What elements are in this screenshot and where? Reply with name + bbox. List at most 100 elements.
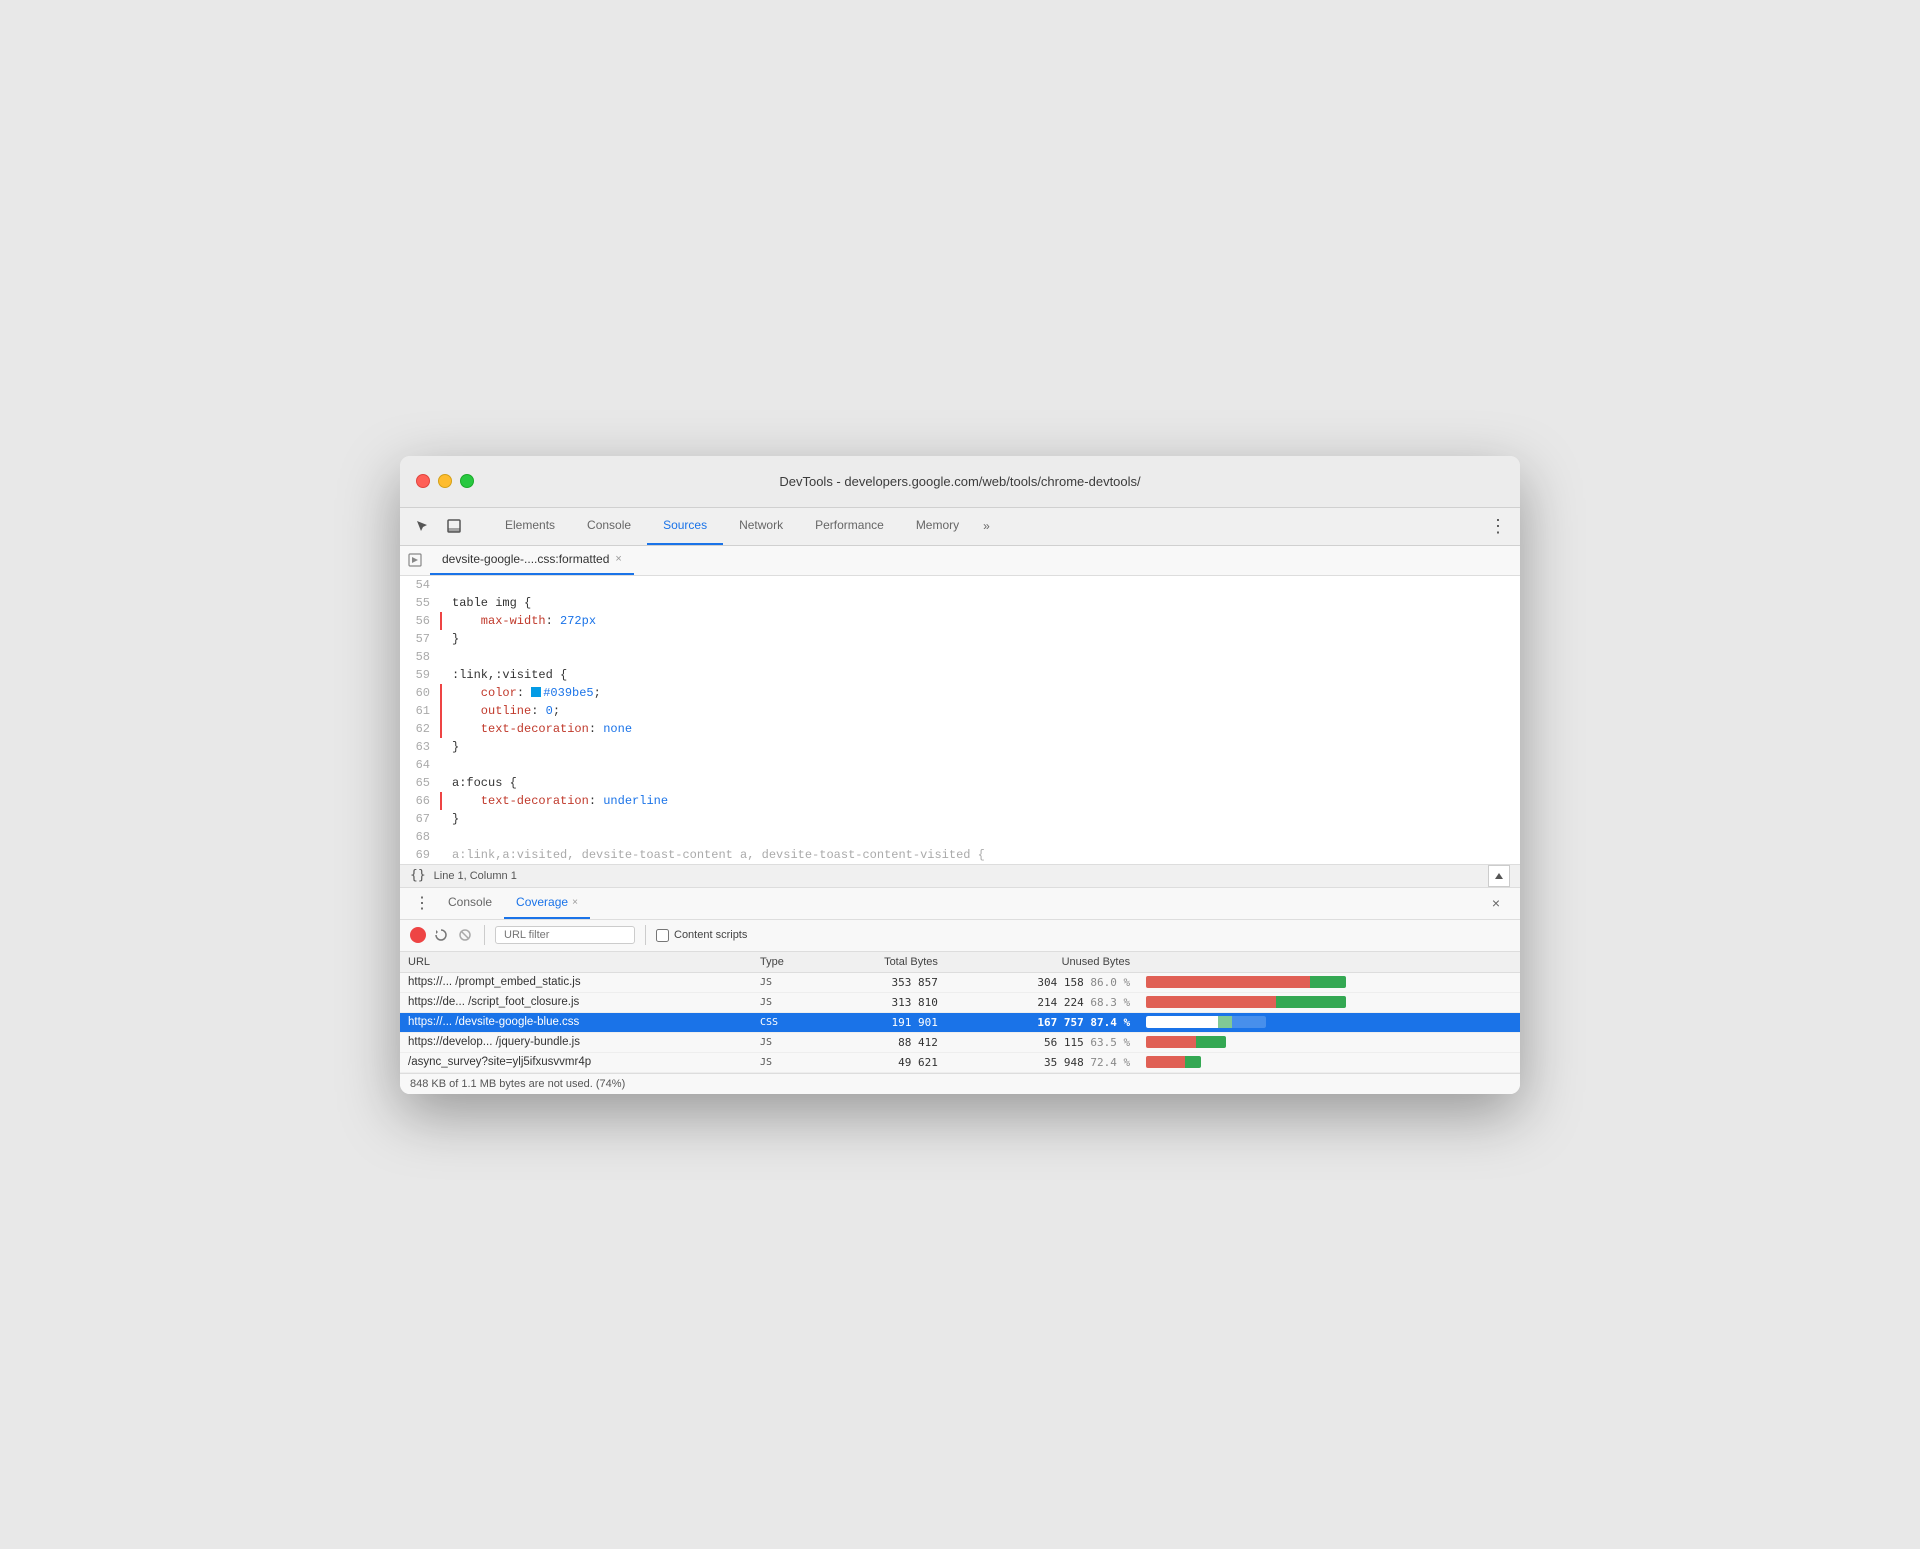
code-content: max-width: 272px [442, 612, 596, 630]
row-total-bytes: 49 621 [822, 1052, 945, 1072]
record-button[interactable] [410, 927, 426, 943]
code-editor[interactable]: 54 55 table img { 56 max-width: 272px 57… [400, 576, 1520, 864]
row-unused-bytes: 214 224 68.3 % [946, 992, 1138, 1012]
row-total-bytes: 353 857 [822, 972, 945, 992]
code-content: outline: 0; [442, 702, 560, 720]
col-header-bar [1138, 952, 1520, 973]
panel-close-button[interactable]: × [1484, 891, 1508, 915]
code-line-59: 59 :link,:visited { [400, 666, 1520, 684]
tab-elements[interactable]: Elements [489, 508, 571, 545]
table-row[interactable]: /async_survey?site=ylj5ifxusvvmr4p JS 49… [400, 1052, 1520, 1072]
row-url: https://... /devsite-google-blue.css [400, 1012, 752, 1032]
col-header-unused-bytes: Unused Bytes [946, 952, 1138, 973]
more-tabs-icon[interactable]: » [975, 508, 998, 545]
maximize-button[interactable] [460, 474, 474, 488]
devtools-window: DevTools - developers.google.com/web/too… [400, 456, 1520, 1094]
table-header-row: URL Type Total Bytes Unused Bytes [400, 952, 1520, 973]
usage-bar [1146, 1016, 1266, 1028]
line-num: 66 [400, 792, 442, 810]
code-line-58: 58 [400, 648, 1520, 666]
line-num: 63 [400, 738, 442, 756]
close-button[interactable] [416, 474, 430, 488]
bottom-tab-coverage[interactable]: Coverage × [504, 888, 590, 919]
line-num: 60 [400, 684, 442, 702]
coverage-tab-label: Coverage [516, 895, 568, 909]
code-line-62: 62 text-decoration: none [400, 720, 1520, 738]
content-scripts-label: Content scripts [674, 929, 747, 941]
col-header-url: URL [400, 952, 752, 973]
code-line-55: 55 table img { [400, 594, 1520, 612]
file-tab-close[interactable]: × [615, 553, 621, 565]
line-num: 59 [400, 666, 442, 684]
bar-used [1310, 976, 1346, 988]
code-line-56: 56 max-width: 272px [400, 612, 1520, 630]
code-line-54: 54 [400, 576, 1520, 594]
tab-memory[interactable]: Memory [900, 508, 975, 545]
table-row[interactable]: https://develop... /jquery-bundle.js JS … [400, 1032, 1520, 1052]
usage-bar [1146, 976, 1346, 988]
separator [484, 925, 485, 945]
coverage-toolbar: Content scripts [400, 920, 1520, 952]
code-line-65: 65 a:focus { [400, 774, 1520, 792]
titlebar: DevTools - developers.google.com/web/too… [400, 456, 1520, 508]
bar-used [1185, 1056, 1202, 1068]
row-unused-bytes: 35 948 72.4 % [946, 1052, 1138, 1072]
bottom-tabbar-right: × [1484, 888, 1512, 919]
url-filter-input[interactable] [495, 926, 635, 944]
coverage-footer: 848 KB of 1.1 MB bytes are not used. (74… [400, 1073, 1520, 1094]
table-row[interactable]: https://... /prompt_embed_static.js JS 3… [400, 972, 1520, 992]
row-type: JS [752, 1032, 822, 1052]
code-line-63: 63 } [400, 738, 1520, 756]
line-num: 62 [400, 720, 442, 738]
content-scripts-checkbox-label[interactable]: Content scripts [656, 929, 747, 942]
bar-used [1218, 1016, 1232, 1028]
code-line-60: 60 color: #039be5; [400, 684, 1520, 702]
row-url: https://de... /script_foot_closure.js [400, 992, 752, 1012]
bottom-tab-console[interactable]: Console [436, 888, 504, 919]
bar-unused [1146, 1016, 1218, 1028]
code-line-68: 68 [400, 828, 1520, 846]
sources-panel-icon[interactable] [408, 546, 430, 575]
scroll-up-icon[interactable] [1488, 865, 1510, 887]
col-header-type: Type [752, 952, 822, 973]
tab-sources[interactable]: Sources [647, 508, 723, 545]
tab-network[interactable]: Network [723, 508, 799, 545]
col-header-total-bytes: Total Bytes [822, 952, 945, 973]
file-tab[interactable]: devsite-google-....css:formatted × [430, 546, 634, 575]
line-num: 67 [400, 810, 442, 828]
cursor-position: Line 1, Column 1 [434, 870, 517, 882]
tab-console[interactable]: Console [571, 508, 647, 545]
row-bar [1138, 972, 1520, 992]
bottom-tab-more-icon[interactable]: ⋮ [408, 888, 436, 919]
code-line-61: 61 outline: 0; [400, 702, 1520, 720]
code-content: } [442, 738, 459, 756]
minimize-button[interactable] [438, 474, 452, 488]
statusbar: {} Line 1, Column 1 [400, 864, 1520, 888]
bar-rest [1232, 1016, 1266, 1028]
code-content: a:link,a:visited, devsite-toast-content … [442, 846, 985, 864]
line-num: 57 [400, 630, 442, 648]
content-scripts-checkbox[interactable] [656, 929, 669, 942]
coverage-tab-close[interactable]: × [572, 897, 578, 908]
row-type: CSS [752, 1012, 822, 1032]
table-row[interactable]: https://de... /script_foot_closure.js JS… [400, 992, 1520, 1012]
cursor-icon[interactable] [408, 512, 436, 540]
coverage-table-wrapper: URL Type Total Bytes Unused Bytes https:… [400, 952, 1520, 1073]
menu-icon[interactable]: ⋮ [1484, 512, 1512, 540]
table-row[interactable]: https://... /devsite-google-blue.css CSS… [400, 1012, 1520, 1032]
dock-icon[interactable] [440, 512, 468, 540]
tab-performance[interactable]: Performance [799, 508, 900, 545]
code-line-57: 57 } [400, 630, 1520, 648]
bar-unused [1146, 1056, 1185, 1068]
traffic-lights [416, 474, 474, 488]
row-bar [1138, 1032, 1520, 1052]
coverage-table: URL Type Total Bytes Unused Bytes https:… [400, 952, 1520, 1073]
code-content: } [442, 630, 459, 648]
code-line-64: 64 [400, 756, 1520, 774]
clear-icon[interactable] [456, 926, 474, 944]
line-num: 54 [400, 576, 442, 594]
coverage-summary: 848 KB of 1.1 MB bytes are not used. (74… [410, 1078, 625, 1090]
line-num: 65 [400, 774, 442, 792]
reload-icon[interactable] [432, 926, 450, 944]
row-bar [1138, 992, 1520, 1012]
